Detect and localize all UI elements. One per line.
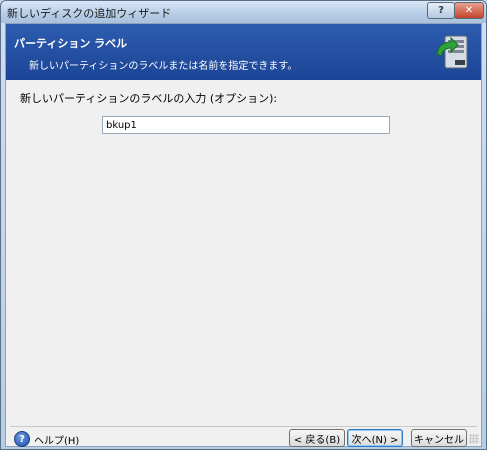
server-drive-icon xyxy=(436,35,468,69)
partition-label-prompt: 新しいパーティションのラベルの入力 (オプション): xyxy=(20,92,278,105)
partition-label-input[interactable] xyxy=(102,116,390,134)
help-icon: ? xyxy=(14,431,30,447)
window-title: 新しいディスクの追加ウィザード xyxy=(7,7,172,20)
next-button[interactable]: 次へ(N) > xyxy=(347,429,403,447)
cancel-button[interactable]: キャンセル xyxy=(411,429,467,447)
header-banner: パーティション ラベル 新しいパーティションのラベルまたは名前を指定できます。 xyxy=(6,24,481,80)
help-link[interactable]: ? ヘルプ(H) xyxy=(14,430,79,448)
resize-grip[interactable] xyxy=(469,434,479,444)
help-label: ヘルプ(H) xyxy=(34,435,80,447)
page-title: パーティション ラベル xyxy=(14,37,128,50)
wizard-window: 新しいディスクの追加ウィザード ? ✕ パーティション ラベル 新しいパーティシ… xyxy=(0,0,487,450)
footer-divider xyxy=(10,426,477,427)
back-button[interactable]: < 戻る(B) xyxy=(289,429,345,447)
wizard-body: パーティション ラベル 新しいパーティションのラベルまたは名前を指定できます。 … xyxy=(5,23,482,447)
page-subtitle: 新しいパーティションのラベルまたは名前を指定できます。 xyxy=(29,61,298,72)
titlebar-close-button[interactable]: ✕ xyxy=(454,2,484,19)
title-bar[interactable]: 新しいディスクの追加ウィザード ? ✕ xyxy=(1,1,486,23)
titlebar-help-button[interactable]: ? xyxy=(427,2,455,19)
